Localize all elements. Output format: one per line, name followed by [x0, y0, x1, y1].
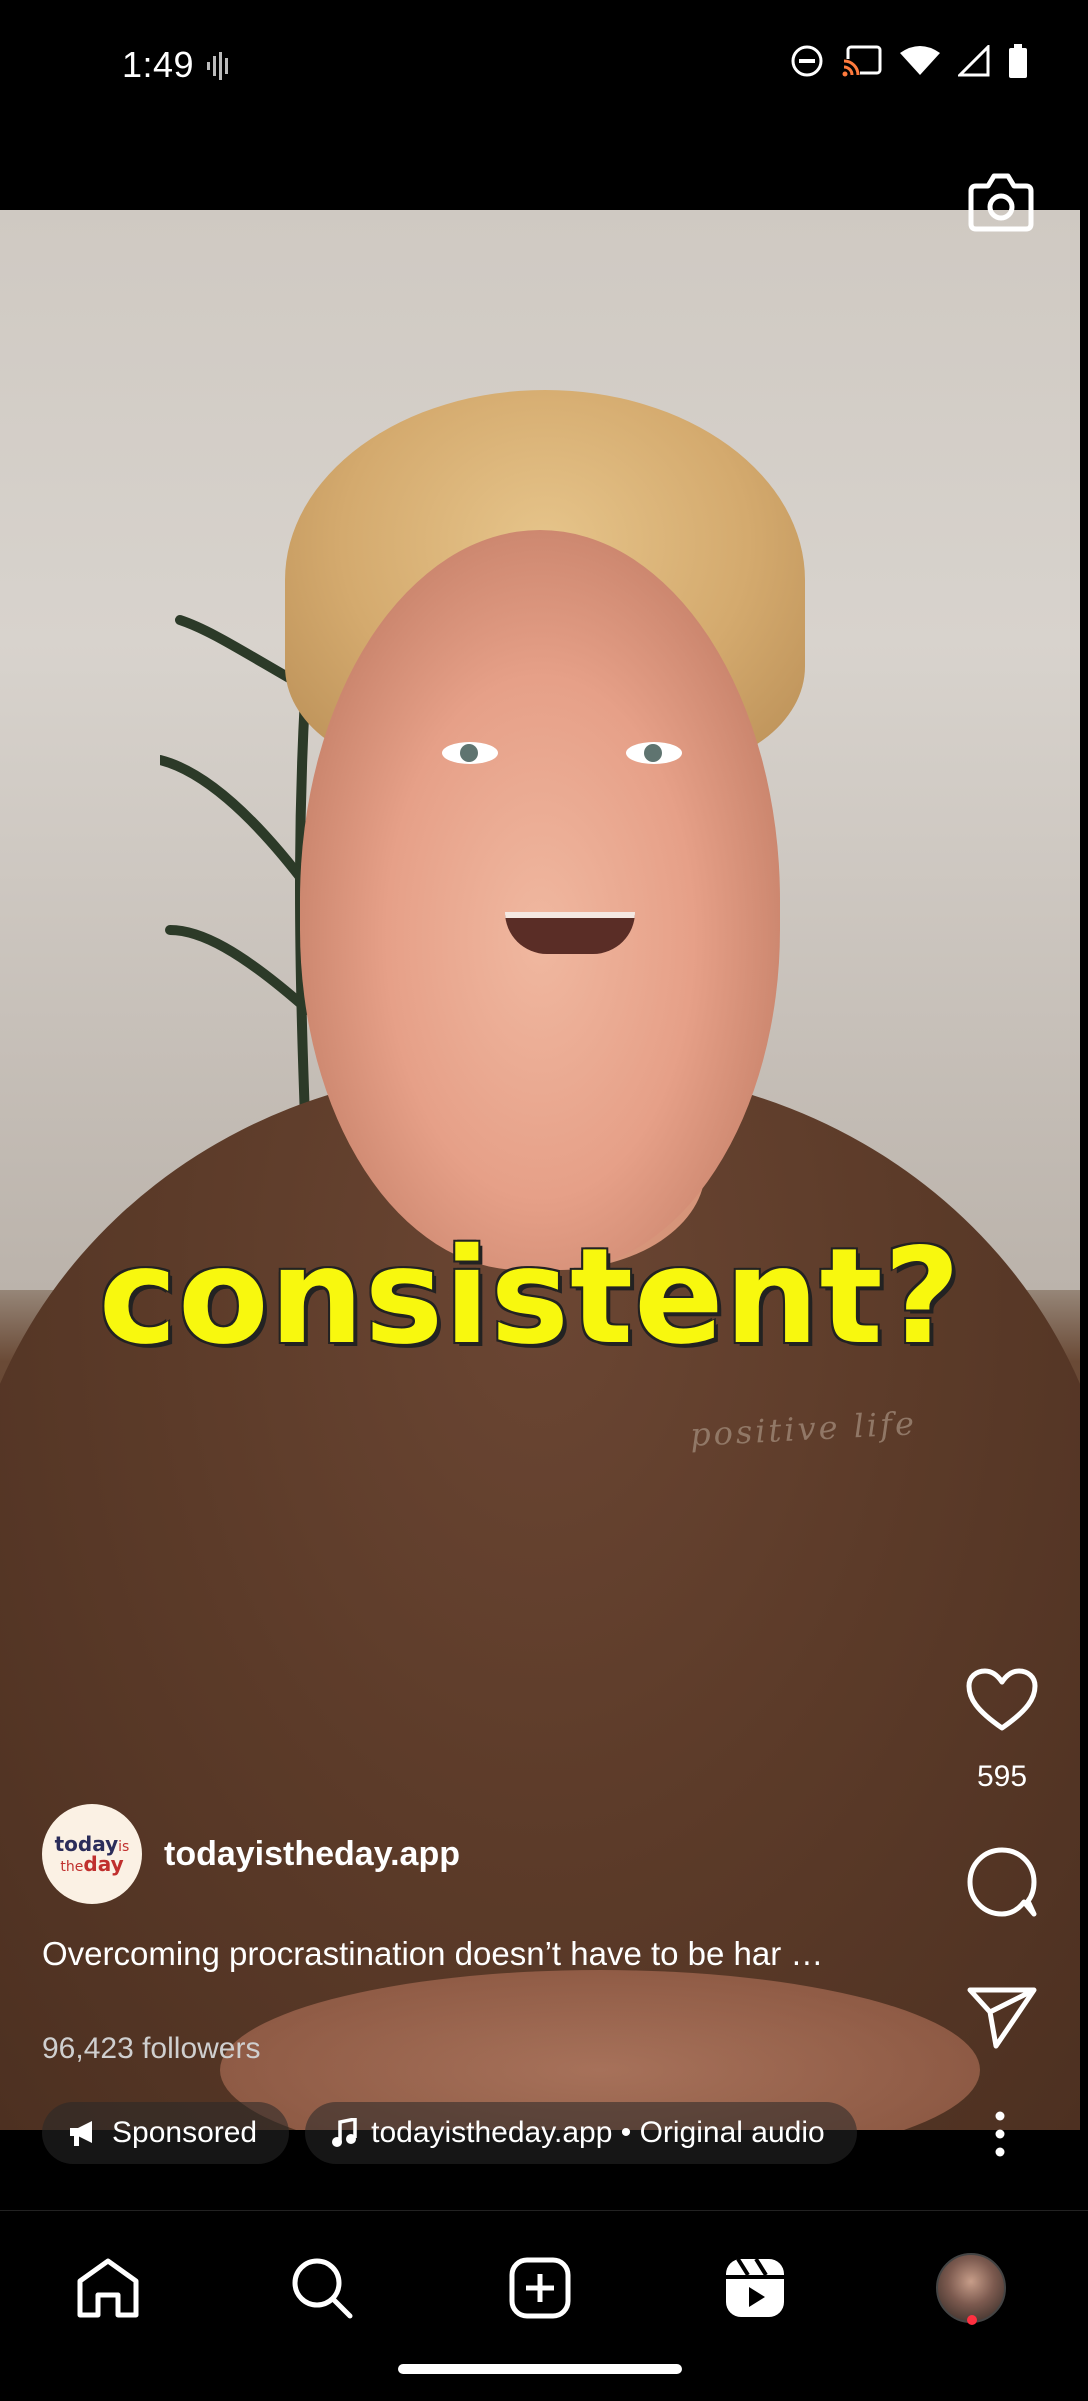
sponsored-chip[interactable]: Sponsored: [42, 2102, 290, 2164]
status-bar: 1:49: [0, 0, 1088, 140]
subject-left-eye: [442, 742, 498, 764]
music-note-icon: [332, 2118, 357, 2147]
voice-recorder-icon: [207, 52, 228, 80]
megaphone-icon: [70, 2121, 92, 2146]
chips-row: Sponsored todayistheday.app • Original a…: [42, 2102, 857, 2164]
audio-chip[interactable]: todayistheday.app • Original audio: [305, 2102, 857, 2164]
account-avatar[interactable]: todayis theday: [42, 1804, 142, 1904]
followers-count: 96,423 followers: [42, 2032, 261, 2065]
home-icon: [77, 2258, 139, 2318]
battery-icon: [1009, 44, 1027, 78]
nav-profile[interactable]: [936, 2253, 1006, 2323]
profile-avatar: [936, 2253, 1006, 2323]
send-icon[interactable]: [966, 1986, 1038, 2050]
search-icon: [292, 2258, 353, 2319]
logo-line-2: theday: [60, 1852, 124, 1876]
video-caption-overlay: consistent?: [98, 1220, 962, 1374]
nav-search[interactable]: [287, 2253, 357, 2323]
home-indicator[interactable]: [398, 2364, 682, 2374]
subject-face: [300, 530, 780, 1270]
camera-icon[interactable]: [968, 172, 1034, 232]
reels-icon: [726, 2257, 784, 2317]
comment-icon[interactable]: [966, 1846, 1038, 1918]
more-icon[interactable]: [990, 2110, 1010, 2158]
nav-reels[interactable]: [720, 2253, 790, 2323]
account-row[interactable]: todayis theday todayistheday.app: [42, 1804, 460, 1904]
account-username[interactable]: todayistheday.app: [164, 1835, 460, 1874]
logo-line-1: todayis: [54, 1832, 130, 1856]
like-count[interactable]: 595: [968, 1760, 1036, 1794]
do-not-disturb-icon: [791, 45, 823, 77]
create-icon: [509, 2257, 571, 2319]
nav-create[interactable]: [505, 2253, 575, 2323]
cast-icon: [842, 45, 882, 77]
audio-label: todayistheday.app • Original audio: [371, 2116, 825, 2149]
nav-home[interactable]: [73, 2253, 143, 2323]
heart-icon[interactable]: [966, 1668, 1038, 1732]
signal-icon: [958, 45, 990, 77]
status-icons: [790, 44, 1028, 78]
subject-right-eye: [626, 742, 682, 764]
profile-notification-dot: [967, 2315, 977, 2325]
post-description[interactable]: Overcoming procrastination doesn’t have …: [42, 1935, 823, 1973]
sponsored-label: Sponsored: [112, 2116, 258, 2149]
status-time: 1:49: [122, 44, 195, 85]
wifi-icon: [900, 46, 940, 75]
